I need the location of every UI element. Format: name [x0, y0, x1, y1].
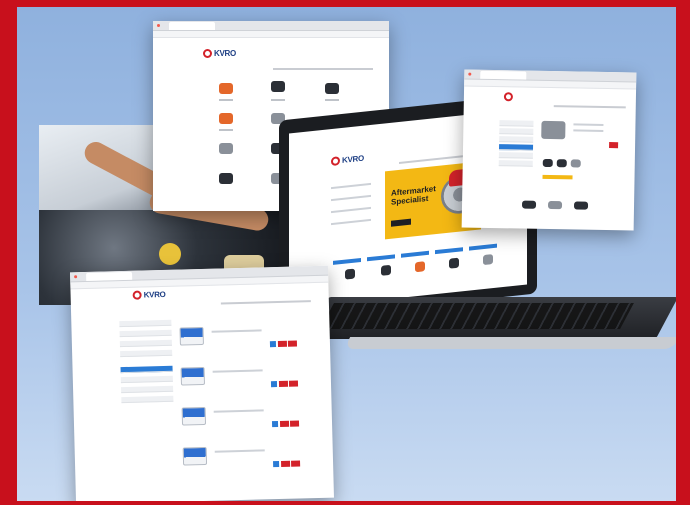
category-tab[interactable] — [435, 247, 463, 255]
part-thumb[interactable] — [219, 143, 233, 154]
sidebar-item[interactable] — [498, 152, 533, 159]
related-thumb[interactable] — [573, 201, 589, 210]
part-caption — [325, 99, 339, 101]
product-image — [541, 120, 566, 140]
add-to-cart-button[interactable] — [277, 340, 288, 347]
category-tab[interactable] — [333, 257, 361, 265]
add-to-cart-button[interactable] — [287, 340, 298, 347]
related-thumb[interactable] — [542, 158, 553, 168]
address-bar[interactable] — [153, 31, 389, 38]
search-filter[interactable] — [331, 218, 371, 226]
part-caption — [271, 99, 285, 101]
banner-headline: Aftermarket Specialist — [391, 184, 436, 207]
laptop-front-edge — [343, 337, 676, 349]
add-to-cart-button[interactable] — [279, 420, 290, 427]
browser-window-product — [461, 69, 637, 231]
add-to-cart-button[interactable] — [281, 460, 291, 467]
part-thumb[interactable] — [219, 113, 233, 124]
battery-image — [181, 406, 207, 426]
related-thumb[interactable] — [521, 200, 537, 209]
laptop-keyboard — [320, 303, 634, 329]
site-logo: KVRO — [132, 289, 166, 300]
sidebar-item[interactable] — [121, 385, 174, 394]
sidebar-item[interactable] — [119, 329, 172, 338]
cart-qty-button[interactable] — [273, 461, 280, 468]
search-filter[interactable] — [331, 194, 371, 202]
part-thumb[interactable] — [483, 254, 493, 266]
site-logo: KVRO — [331, 153, 364, 167]
cart-qty-button[interactable] — [270, 381, 278, 388]
sidebar-item[interactable] — [121, 395, 174, 404]
part-thumb[interactable] — [219, 173, 233, 184]
battery-image — [180, 366, 205, 386]
add-to-cart-button[interactable] — [288, 380, 299, 387]
main-nav[interactable] — [273, 68, 373, 70]
part-thumb[interactable] — [415, 261, 425, 273]
product-spec — [573, 129, 604, 132]
main-nav[interactable] — [220, 300, 311, 305]
category-tab[interactable] — [367, 254, 395, 262]
sidebar-item-active[interactable] — [498, 144, 534, 151]
part-caption — [219, 99, 233, 101]
add-to-cart-button[interactable] — [291, 460, 301, 467]
sidebar-item[interactable] — [120, 375, 173, 384]
sidebar-item[interactable] — [499, 120, 534, 127]
part-thumb[interactable] — [381, 264, 391, 276]
add-to-cart-button[interactable] — [289, 420, 300, 427]
promo-stage: KVRO KVRO Aftermarket Specialist KVRO — [17, 7, 676, 501]
sidebar-item[interactable] — [120, 349, 173, 358]
related-thumb[interactable] — [556, 159, 567, 168]
part-thumb[interactable] — [345, 268, 355, 280]
category-tab[interactable] — [401, 250, 429, 258]
search-filter[interactable] — [331, 182, 371, 190]
related-thumb[interactable] — [570, 159, 581, 168]
cart-qty-button[interactable] — [269, 341, 277, 348]
product-title[interactable] — [211, 329, 262, 333]
search-filter[interactable] — [331, 206, 371, 214]
category-tab[interactable] — [469, 243, 497, 251]
related-thumb[interactable] — [547, 200, 563, 210]
cart-qty-button[interactable] — [271, 421, 279, 428]
banner-button[interactable] — [391, 218, 411, 227]
product-spec — [573, 123, 604, 126]
sidebar-item-active[interactable] — [120, 365, 173, 374]
battery-image — [182, 446, 208, 466]
window-titlebar — [153, 21, 389, 31]
sidebar-item[interactable] — [119, 319, 172, 328]
product-title[interactable] — [212, 369, 263, 373]
part-thumb[interactable] — [325, 83, 339, 94]
browser-window-batteries: KVRO — [70, 265, 334, 501]
sidebar-item[interactable] — [119, 339, 172, 348]
site-logo — [503, 92, 514, 102]
part-thumb[interactable] — [219, 83, 233, 94]
product-title[interactable] — [214, 449, 265, 453]
part-thumb[interactable] — [449, 257, 459, 269]
site-logo: KVRO — [203, 49, 236, 58]
price-badge — [542, 174, 573, 180]
battery-image — [179, 326, 204, 346]
logo-text: KVRO — [342, 153, 364, 165]
part-caption — [219, 129, 233, 131]
sidebar-item[interactable] — [499, 128, 534, 135]
logo-text: KVRO — [214, 49, 236, 58]
part-thumb[interactable] — [271, 81, 285, 92]
sidebar-item[interactable] — [498, 160, 533, 167]
product-title[interactable] — [213, 409, 264, 413]
main-nav[interactable] — [553, 105, 626, 109]
logo-text: KVRO — [143, 289, 166, 300]
add-to-cart-button[interactable] — [609, 142, 619, 149]
oil-cap — [159, 243, 181, 265]
sidebar-item[interactable] — [499, 136, 534, 143]
add-to-cart-button[interactable] — [278, 380, 289, 387]
